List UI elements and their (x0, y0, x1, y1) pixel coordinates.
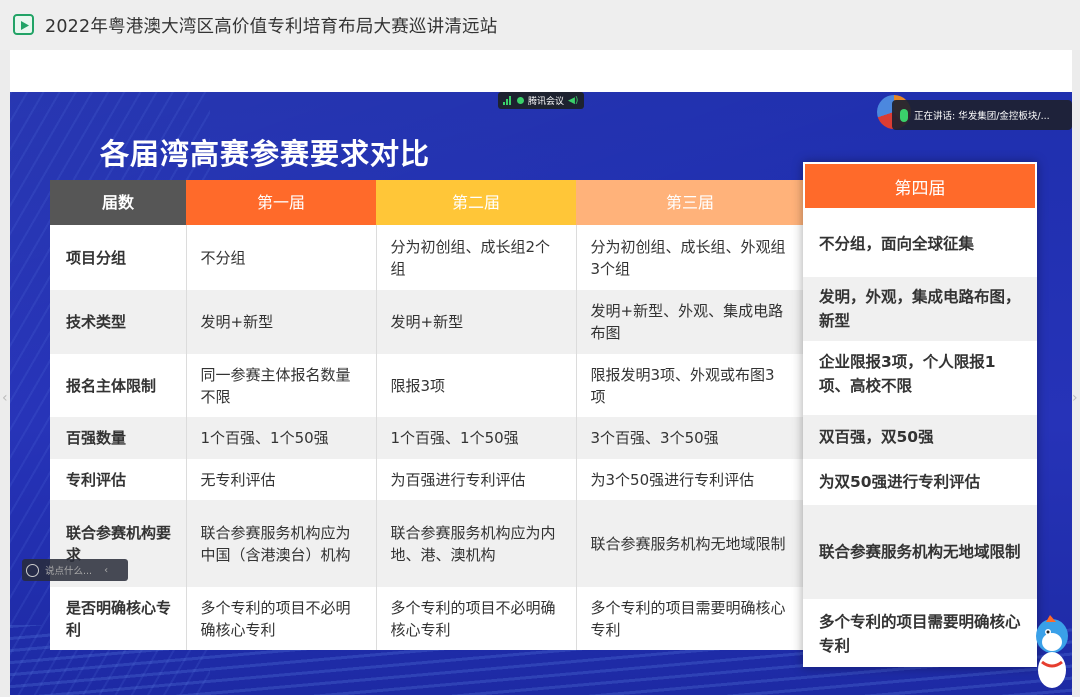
column-header: 第一届 (186, 180, 376, 225)
emoji-icon[interactable] (26, 563, 39, 577)
row-header: 技术类型 (50, 290, 187, 354)
table-cell: 分为初创组、成长组、外观组3个组 (576, 225, 805, 290)
table-cell: 1个百强、1个50强 (186, 417, 377, 459)
table-row: 联合参赛机构要求 联合参赛服务机构应为中国（含港澳台）机构 联合参赛服务机构应为… (50, 500, 805, 587)
table-cell: 为3个50强进行专利评估 (576, 459, 805, 500)
chevron-left-icon[interactable]: ‹ (2, 390, 8, 406)
table-cell: 联合参赛服务机构应为内地、港、澳机构 (376, 500, 577, 587)
highlight-cell: 企业限报3项，个人限报1项、高校不限 (819, 353, 996, 395)
highlight-cell: 双百强，双50强 (803, 415, 1037, 459)
table-row: 项目分组 不分组 分为初创组、成长组2个组 分为初创组、成长组、外观组3个组 (50, 225, 805, 290)
row-header: 报名主体限制 (50, 354, 187, 417)
mascot-image (1036, 615, 1068, 688)
row-header: 项目分组 (50, 225, 187, 290)
table-cell: 不分组 (186, 225, 377, 290)
status-dot-icon (517, 97, 524, 104)
table-cell: 发明+新型 (186, 290, 377, 354)
column-header: 第四届 (803, 162, 1037, 210)
table-cell: 多个专利的项目不必明确核心专利 (376, 587, 577, 650)
table-cell: 发明+新型、外观、集成电路布图 (576, 290, 805, 354)
row-header: 百强数量 (50, 417, 187, 459)
video-play-icon[interactable] (13, 14, 34, 35)
column-header: 第三届 (576, 180, 804, 225)
table-row: 百强数量 1个百强、1个50强 1个百强、1个50强 3个百强、3个50强 (50, 417, 805, 459)
table-row: 专利评估 无专利评估 为百强进行专利评估 为3个50强进行专利评估 (50, 459, 805, 500)
table-row: 技术类型 发明+新型 发明+新型 发明+新型、外观、集成电路布图 (50, 290, 805, 354)
table-cell: 同一参赛主体报名数量不限 (186, 354, 377, 417)
slide-heading: 各届湾高赛参赛要求对比 (100, 137, 431, 171)
table-cell: 多个专利的项目需要明确核心专利 (576, 587, 805, 650)
microphone-icon (900, 108, 908, 122)
signal-icon (503, 96, 513, 105)
window-title: 2022年粤港澳大湾区高价值专利培育布局大赛巡讲清远站 (45, 17, 498, 37)
table-row: 是否明确核心专利 多个专利的项目不必明确核心专利 多个专利的项目不必明确核心专利… (50, 587, 805, 650)
table-cell: 发明+新型 (376, 290, 577, 354)
chat-input-bar[interactable]: 说点什么... ‹ (22, 559, 128, 581)
row-header: 是否明确核心专利 (50, 587, 187, 650)
active-speaker-text: 正在讲话: 华发集团/金控板块/... (914, 111, 1050, 122)
comparison-table: 届数 第一届 第二届 第三届 项目分组 不分组 分为初创组、成长组2个组 分为初… (50, 180, 805, 650)
speaker-volume-icon: ◀) (568, 95, 579, 106)
highlight-cell: 不分组，面向全球征集 (819, 235, 975, 253)
highlight-cell: 发明，外观，集成电路布图，新型 (803, 277, 1037, 341)
table-cell: 分为初创组、成长组2个组 (376, 225, 577, 290)
chat-input[interactable]: 说点什么... (45, 563, 92, 577)
table-cell: 联合参赛服务机构应为中国（含港澳台）机构 (186, 500, 377, 587)
column-header: 届数 (50, 180, 186, 225)
chevron-left-icon[interactable]: ‹ (104, 565, 108, 576)
table-cell: 联合参赛服务机构无地域限制 (576, 500, 805, 587)
highlight-cell: 多个专利的项目需要明确核心专利 (819, 612, 1021, 655)
window-titlebar: 2022年粤港澳大湾区高价值专利培育布局大赛巡讲清远站 (0, 0, 1080, 50)
table-cell: 限报3项 (376, 354, 577, 417)
table-cell: 限报发明3项、外观或布图3项 (576, 354, 805, 417)
chevron-right-icon[interactable]: › (1072, 390, 1078, 406)
table-cell: 3个百强、3个50强 (576, 417, 805, 459)
active-speaker-indicator: 正在讲话: 华发集团/金控板块/... (892, 100, 1072, 130)
table-cell: 无专利评估 (186, 459, 377, 500)
table-cell: 为百强进行专利评估 (376, 459, 577, 500)
table-row: 报名主体限制 同一参赛主体报名数量不限 限报3项 限报发明3项、外观或布图3项 (50, 354, 805, 417)
row-header: 专利评估 (50, 459, 187, 500)
table-cell: 1个百强、1个50强 (376, 417, 577, 459)
fourth-edition-column: 第四届 不分组，面向全球征集 发明，外观，集成电路布图，新型 企业限报3项，个人… (803, 162, 1037, 667)
table-cell: 多个专利的项目不必明确核心专利 (186, 587, 377, 650)
meeting-app-label: 腾讯会议 (528, 97, 565, 107)
column-header: 第二届 (376, 180, 576, 225)
highlight-cell: 联合参赛服务机构无地域限制 (803, 505, 1037, 599)
table-header-row: 届数 第一届 第二届 第三届 (50, 180, 804, 225)
meeting-status-pill[interactable]: 腾讯会议 ◀) (498, 92, 584, 109)
highlight-cell: 为双50强进行专利评估 (819, 473, 981, 491)
